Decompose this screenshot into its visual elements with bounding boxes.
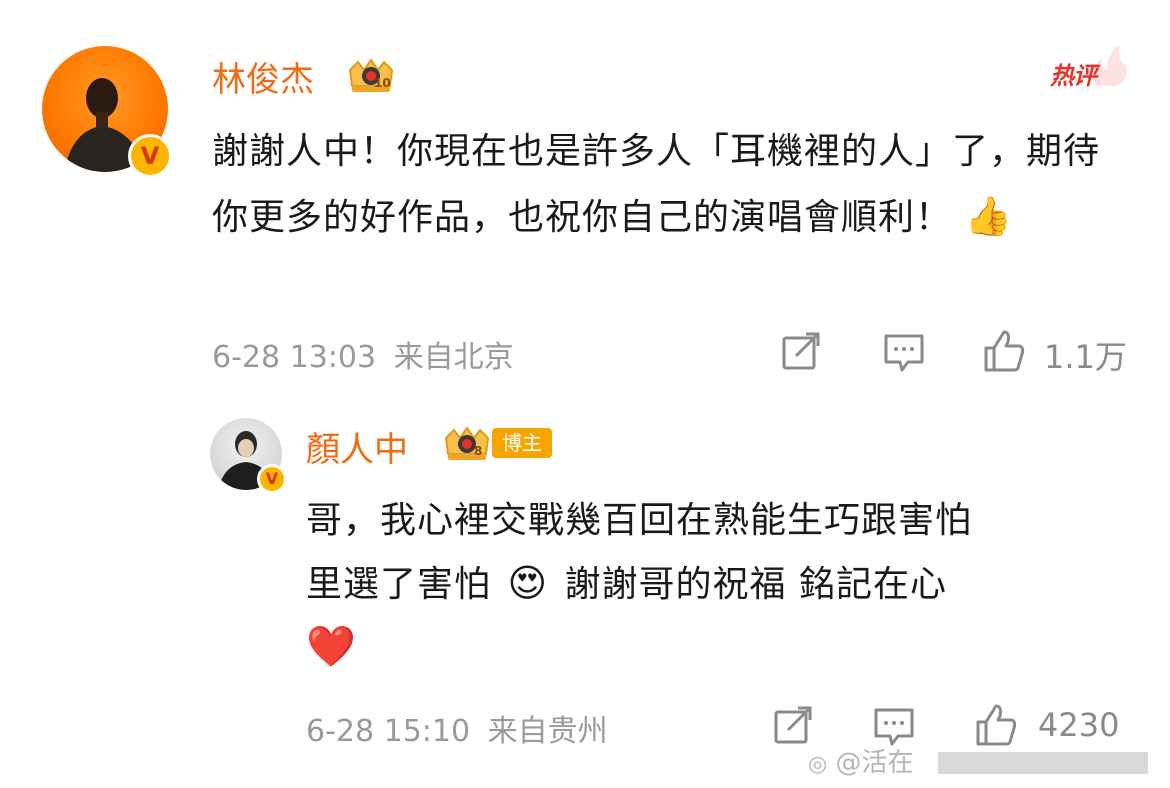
comment-meta: 6-28 13:03 来自北京: [212, 332, 514, 376]
comment-location: 来自北京: [393, 340, 514, 375]
watermark-text: @活在: [835, 748, 914, 778]
comment-text: 謝謝人中！你現在也是許多人「耳機裡的人」了，期待你更多的好作品，也祝你自己的演唱…: [212, 120, 1132, 250]
reply-text-line1: 哥，我心裡交戰幾百回在熟能生巧跟害怕: [306, 500, 973, 541]
reply-date: 6-28 15:10: [306, 714, 471, 749]
weibo-logo-icon: ◎: [808, 752, 828, 777]
like-icon[interactable]: [982, 328, 1026, 372]
hot-comment-tag: 热评: [1050, 62, 1097, 90]
reply-text-line2: 里選了害怕 😍 謝謝哥的祝福 銘記在心: [306, 552, 1146, 616]
comment-icon[interactable]: [882, 330, 926, 374]
reply-text-part: 里選了害怕: [306, 564, 492, 605]
heart-emoji: ❤️: [306, 624, 357, 670]
like-icon[interactable]: [974, 702, 1018, 746]
crown-badge-icon[interactable]: 10: [344, 56, 398, 96]
reply-text-part: 謝謝哥的祝福 銘記在心: [564, 564, 947, 605]
comment-date: 6-28 13:03: [212, 340, 377, 375]
badge-level: 8: [474, 444, 483, 458]
reply-author-name[interactable]: 顏人中: [306, 422, 408, 471]
verified-v-icon: V: [257, 464, 287, 494]
watermark: ◎ @活在: [808, 742, 913, 779]
watermark-redaction: [938, 752, 1148, 774]
badge-level: 10: [374, 76, 391, 90]
like-count: 1.1万: [1044, 338, 1127, 376]
repost-icon[interactable]: [780, 330, 824, 374]
reply-like-count: 4230: [1038, 706, 1120, 744]
reply-meta: 6-28 15:10 来自贵州: [306, 706, 608, 750]
thumbs-up-emoji: 👍: [964, 194, 1013, 238]
love-face-emoji: 😍: [507, 561, 549, 605]
crown-badge-icon[interactable]: 8: [440, 424, 494, 464]
verified-v-icon: V: [128, 134, 172, 178]
blogger-tag: 博主: [492, 428, 552, 458]
comment-author-name[interactable]: 林俊杰: [212, 52, 314, 101]
reply-text: 哥，我心裡交戰幾百回在熟能生巧跟害怕 里選了害怕 😍 謝謝哥的祝福 銘記在心 ❤…: [306, 490, 1146, 678]
reply-location: 来自贵州: [487, 714, 608, 749]
